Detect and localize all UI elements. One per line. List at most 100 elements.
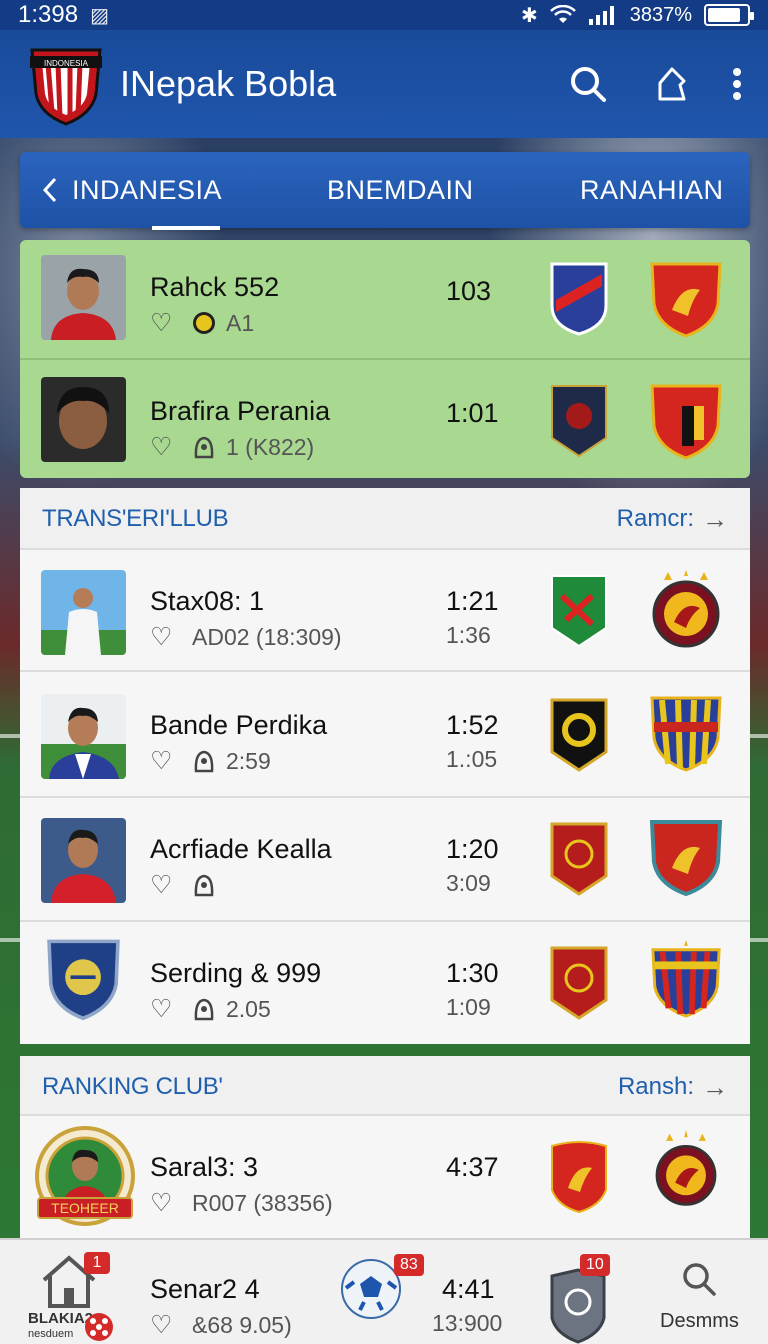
heart-icon[interactable]: ♡	[150, 1188, 182, 1218]
signal-icon	[588, 6, 614, 25]
nav-search[interactable]: Desmms	[650, 1254, 750, 1340]
app-bar: INDONESIA INepak Bobla	[0, 30, 768, 138]
club-badge-icon	[649, 820, 723, 896]
match-time: 3:09	[446, 870, 491, 896]
player-avatar	[41, 818, 126, 903]
tab-active-indicator	[152, 226, 220, 230]
player-meta: ♡ AD02 (18:309)	[150, 622, 342, 652]
heart-icon[interactable]: ♡	[150, 308, 182, 338]
club-logo-icon: INDONESIA	[30, 48, 102, 126]
tab-indanesia[interactable]: INDANESIA	[42, 152, 222, 230]
player-name: Brafira Perania	[150, 396, 331, 426]
share-icon[interactable]	[652, 65, 688, 103]
battery-percent: 3837%	[629, 3, 692, 26]
player-name: Bande Perdika	[150, 710, 328, 740]
app-bar-actions	[568, 64, 742, 104]
nav-shield[interactable]: 10	[544, 1252, 624, 1344]
club-badge-icon	[652, 570, 720, 648]
arrow-right-icon[interactable]: →	[702, 504, 728, 535]
club-logo-text: INDONESIA	[44, 59, 89, 68]
heart-icon[interactable]: ♡	[150, 870, 182, 900]
club-meta: ♡ &68 9.05)	[150, 1310, 292, 1340]
nav-ball[interactable]: 83	[336, 1250, 424, 1340]
see-more-link[interactable]: Ransh: →	[618, 1072, 728, 1103]
club-badge-icon	[551, 575, 607, 648]
search-icon[interactable]	[680, 1260, 718, 1298]
player-row[interactable]: Brafira Perania ♡ 1 (K822) 1:01	[20, 358, 750, 478]
heart-icon[interactable]: ♡	[150, 994, 182, 1024]
club-stat: R007 (38356)	[192, 1189, 333, 1216]
section-header-transfer: TRANS'ERI'LLUB Ramcr: →	[20, 488, 750, 550]
bottom-list-row[interactable]: Senar2 4 ♡ &68 9.05)	[130, 1244, 340, 1344]
arrow-right-icon[interactable]: →	[702, 1072, 728, 1103]
more-vert-icon[interactable]	[732, 67, 742, 101]
trophy-icon	[193, 312, 215, 334]
transfer-row[interactable]: Acrfiade Kealla ♡ 1:20 3:09	[20, 796, 750, 920]
heart-icon[interactable]: ♡	[150, 1310, 182, 1340]
gallery-icon: ▨	[90, 4, 109, 27]
club-badge-icon	[551, 385, 607, 458]
player-avatar	[41, 694, 126, 779]
chevron-left-icon[interactable]	[42, 177, 58, 203]
tab-label: RANAHIAN	[580, 174, 724, 205]
tab-ranahian[interactable]: RANAHIAN	[580, 152, 724, 228]
player-avatar	[41, 377, 126, 462]
match-score: 4:41	[442, 1274, 495, 1304]
nav-label: Desmms	[660, 1310, 739, 1332]
transfer-row[interactable]: Stax08: 1 ♡ AD02 (18:309) 1:21 1:36	[20, 548, 750, 670]
player-meta: ♡ A1	[150, 308, 254, 338]
player-meta: ♡ 2:59	[150, 746, 271, 776]
status-time: 1:398	[18, 1, 79, 28]
match-score: 1:30	[446, 958, 499, 988]
shield-icon[interactable]	[548, 1268, 608, 1344]
match-time: 1:09	[446, 994, 491, 1020]
match-score: 4:37	[446, 1152, 499, 1182]
match-score: 1:52	[446, 710, 499, 740]
tab-bnemdain[interactable]: BNEMDAIN	[327, 152, 474, 228]
section-title: TRANS'ERI'LLUB	[42, 505, 229, 532]
transfer-row[interactable]: Serding & 999 ♡ 2.05 1:30 1:09	[20, 920, 750, 1044]
player-award-badge: TEOHEER	[35, 1126, 135, 1226]
heart-icon[interactable]: ♡	[150, 432, 182, 462]
profile-icon	[194, 874, 214, 897]
profile-icon	[194, 436, 214, 459]
club-avatar-icon	[45, 936, 122, 1021]
match-score: 1:21	[446, 586, 499, 616]
player-stat: 1 (K822)	[226, 433, 315, 460]
player-stat: A1	[226, 309, 255, 336]
status-right: ✱ 3837%	[521, 3, 754, 28]
ranking-row[interactable]: TEOHEER Saral3: 3 ♡ R007 (38356) 4:37	[20, 1114, 750, 1238]
dice-icon	[85, 1313, 113, 1341]
battery-icon	[704, 4, 754, 26]
wifi-icon	[549, 5, 576, 23]
club-badge-icon	[651, 940, 721, 1018]
club-badge-icon	[551, 1141, 607, 1214]
notification-badge: 10	[580, 1254, 610, 1276]
club-badge-icon	[550, 262, 608, 336]
player-stat: 2:59	[226, 747, 271, 774]
player-stat: 2.05	[226, 995, 271, 1022]
match-time: 1:36	[446, 622, 491, 648]
soccer-ball-icon[interactable]	[340, 1258, 402, 1320]
see-more-label: Ransh:	[617, 1073, 694, 1100]
profile-icon	[194, 750, 214, 773]
app-title: INepak Bobla	[120, 63, 337, 104]
profile-icon	[194, 998, 214, 1021]
player-stat: AD02 (18:309)	[192, 623, 342, 650]
player-avatar	[41, 570, 126, 655]
match-time: 13:900	[432, 1310, 503, 1336]
heart-icon[interactable]: ♡	[150, 622, 182, 652]
player-row[interactable]: Rahck 552 ♡ A1 103	[20, 240, 750, 358]
section-header-ranking: RANKING CLUB' Ransh: →	[20, 1056, 750, 1118]
search-icon[interactable]	[568, 64, 608, 104]
nav-home[interactable]: 1 BLAKIA2 nesduem	[20, 1250, 130, 1342]
club-badge-icon	[650, 262, 722, 338]
notification-badge: 1	[84, 1252, 110, 1274]
transfer-row[interactable]: Bande Perdika ♡ 2:59 1:52 1.:05	[20, 670, 750, 796]
see-more-link[interactable]: Ramcr: →	[617, 504, 728, 535]
nav-sub-label: nesduem	[28, 1328, 74, 1340]
player-avatar	[41, 255, 126, 340]
club-meta: ♡ R007 (38356)	[150, 1188, 333, 1218]
club-badge-icon	[550, 946, 608, 1020]
heart-icon[interactable]: ♡	[150, 746, 182, 776]
